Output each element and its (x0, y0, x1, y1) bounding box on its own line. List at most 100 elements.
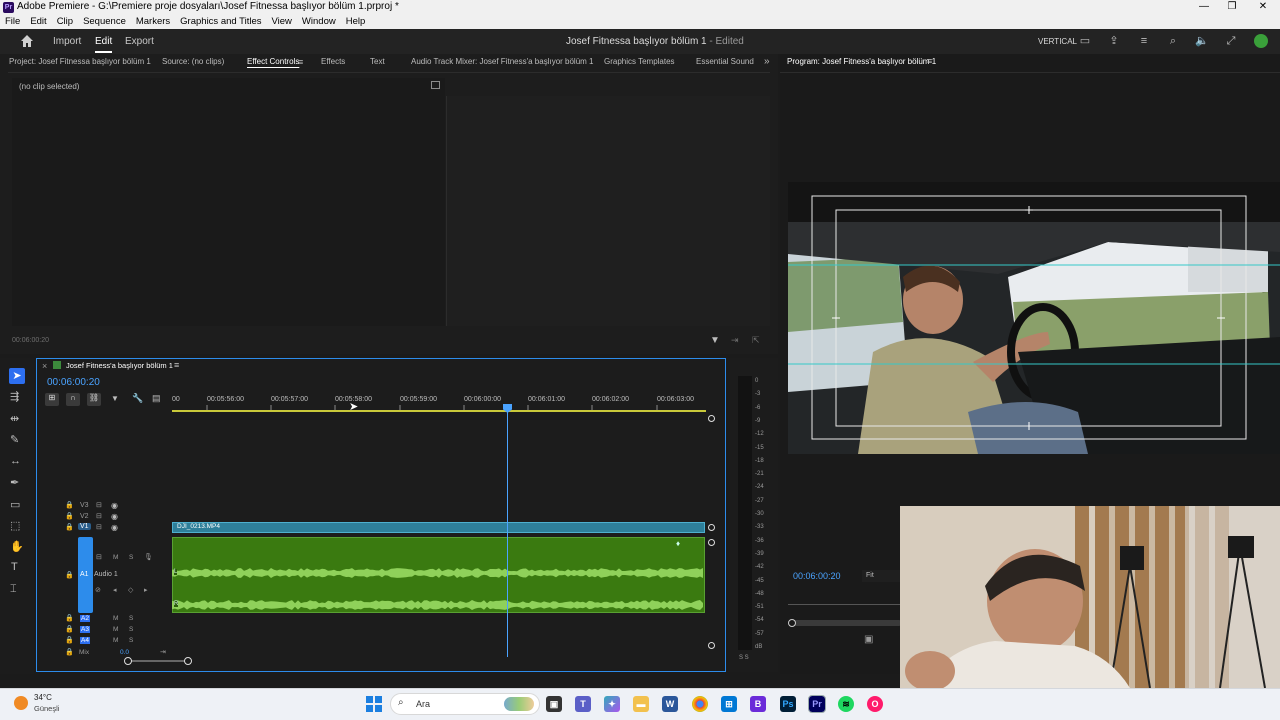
sequence-tab-title[interactable]: Josef Fitness'a başlıyor bölüm 1 (66, 361, 173, 370)
export-frame-icon[interactable]: ⇱ (752, 335, 760, 346)
track-a4-label[interactable]: A4 (80, 637, 90, 644)
solo-button[interactable]: S (129, 637, 133, 644)
tab-graphics-templates[interactable]: Graphics Templates (604, 57, 675, 66)
file-explorer-icon[interactable]: ▬ (633, 696, 649, 712)
menu-graphics[interactable]: Graphics and Titles (175, 15, 266, 29)
fit-select[interactable]: Fit (862, 570, 904, 582)
close-sequence-icon[interactable]: × (42, 361, 47, 371)
keyframe-next-icon[interactable]: ▸ (144, 586, 148, 594)
volume-knob-icon[interactable]: ⊘ (95, 586, 101, 594)
add-marker-icon[interactable]: ▼ (111, 394, 119, 403)
audio-scroll-handle[interactable] (708, 539, 715, 546)
wrench-icon[interactable]: 🔧 (132, 393, 143, 404)
tab-essential-sound[interactable]: Essential Sound (696, 57, 754, 66)
nav-import[interactable]: Import (53, 36, 81, 47)
keyframe-prev-icon[interactable]: ◂ (113, 586, 117, 594)
tab-text[interactable]: Text (370, 57, 385, 66)
mute-button[interactable]: M (113, 554, 118, 561)
store-icon[interactable]: ⊞ (721, 696, 737, 712)
play-audio-icon[interactable]: ⇥ (731, 335, 739, 346)
menu-edit[interactable]: Edit (25, 15, 51, 29)
rectangle-tool-icon[interactable]: ▭ (10, 498, 20, 511)
mix-end-icon[interactable]: ⇥ (160, 648, 166, 656)
add-keyframe-icon[interactable]: ◇ (128, 586, 133, 594)
track-scroll-handle[interactable] (708, 524, 715, 531)
solo-button[interactable]: S (129, 615, 133, 622)
tab-audio-track-mixer[interactable]: Audio Track Mixer: Josef Fitness'a başlı… (411, 57, 594, 66)
timeline-timecode[interactable]: 00:06:00:20 (47, 377, 100, 388)
eye-icon[interactable]: ◉ (111, 512, 118, 521)
opera-icon[interactable]: O (867, 696, 883, 712)
home-icon[interactable] (20, 34, 34, 48)
menu-sequence[interactable]: Sequence (78, 15, 131, 29)
photoshop-icon[interactable]: Ps (780, 696, 796, 712)
program-camera-icon[interactable]: ▣ (864, 634, 873, 645)
copilot-icon[interactable]: ✦ (604, 696, 620, 712)
nav-export[interactable]: Export (125, 36, 154, 47)
track-a2-label[interactable]: A2 (80, 615, 90, 622)
solo-button[interactable]: S (129, 626, 133, 633)
workspace-panel-icon[interactable]: ▭ (1078, 34, 1092, 48)
lock-icon[interactable]: 🔒 (65, 571, 74, 579)
hscroll-handle-left[interactable] (124, 657, 132, 665)
timeline-hscroll-bar[interactable] (127, 660, 189, 662)
sequence-menu-icon[interactable]: ≡ (174, 360, 179, 370)
caption-tool-icon[interactable]: ⌶ (10, 583, 17, 596)
razor-tool-icon[interactable]: ✎ (10, 433, 19, 446)
task-view-icon[interactable]: ▣ (546, 696, 562, 712)
weather-icon[interactable] (14, 696, 28, 710)
program-timecode[interactable]: 00:06:00:20 (793, 571, 841, 581)
fullscreen-icon[interactable]: ⤢ (1224, 34, 1238, 48)
volume-icon[interactable]: 🔈 (1195, 34, 1209, 48)
mute-button[interactable]: M (113, 615, 118, 622)
nav-edit[interactable]: Edit (95, 36, 113, 53)
rectangle-select-icon[interactable]: ⬚ (10, 519, 20, 532)
lock-icon[interactable]: 🔒 (65, 523, 74, 531)
track-v3-label[interactable]: V3 (80, 502, 89, 509)
menu-clip[interactable]: Clip (52, 15, 78, 29)
hand-tool-icon[interactable]: ✋ (10, 540, 24, 553)
filter-icon[interactable]: ▼ (710, 335, 720, 346)
menu-file[interactable]: File (0, 15, 25, 29)
mute-button[interactable]: M (113, 626, 118, 633)
nest-toggle-icon[interactable]: ⊞ (45, 393, 59, 406)
linked-selection-icon[interactable]: ⛓ (87, 393, 101, 406)
eye-icon[interactable]: ◉ (111, 523, 118, 532)
program-zoom-handle[interactable] (788, 619, 796, 627)
lock-icon[interactable]: 🔒 (65, 501, 74, 509)
weather-temp[interactable]: 34°C (34, 693, 52, 702)
tab-effect-controls[interactable]: Effect Controls (247, 57, 299, 66)
lock-icon[interactable]: 🔒 (65, 614, 74, 622)
tab-source[interactable]: Source: (no clips) (162, 57, 224, 66)
track-a3-label[interactable]: A3 (80, 626, 90, 633)
windows-start-icon[interactable] (366, 696, 382, 712)
sync-lock-icon[interactable]: ⊟ (96, 523, 102, 531)
track-v1-label[interactable]: V1 (78, 523, 91, 530)
lock-icon[interactable]: 🔒 (65, 512, 74, 520)
solo-button[interactable]: S (129, 554, 133, 561)
word-icon[interactable]: W (662, 696, 678, 712)
toggle-timeline-view-icon[interactable] (431, 81, 440, 89)
tab-menu-icon[interactable]: ≡ (298, 57, 303, 67)
lock-icon[interactable]: 🔒 (65, 625, 74, 633)
spotify-icon[interactable]: ≋ (838, 696, 854, 712)
search-icon[interactable]: ⌕ (1166, 34, 1180, 48)
mute-button[interactable]: M (113, 637, 118, 644)
tab-project[interactable]: Project: Josef Fitnessa başlıyor bölüm 1 (9, 57, 151, 66)
snap-icon[interactable]: ∩ (66, 393, 80, 406)
sync-lock-icon[interactable]: ⊟ (96, 512, 102, 520)
program-video-frame[interactable] (788, 182, 1280, 454)
premiere-taskbar-icon[interactable]: Pr (808, 695, 826, 713)
track-select-tool-icon[interactable]: ⇶ (10, 390, 19, 403)
track-a1-label[interactable]: A1 (80, 571, 89, 578)
close-icon[interactable]: ✕ (1249, 0, 1277, 15)
menu-markers[interactable]: Markers (131, 15, 175, 29)
cloud-status-icon[interactable] (1254, 34, 1268, 48)
program-zoom-scroll[interactable] (790, 620, 902, 626)
track-v2-label[interactable]: V2 (80, 513, 89, 520)
captions-icon[interactable]: ▤ (152, 393, 161, 404)
minimize-icon[interactable]: — (1190, 0, 1218, 15)
workspace-label[interactable]: VERTICAL (1038, 37, 1077, 46)
mix-value[interactable]: 0.0 (120, 649, 129, 656)
menu-view[interactable]: View (267, 15, 297, 29)
